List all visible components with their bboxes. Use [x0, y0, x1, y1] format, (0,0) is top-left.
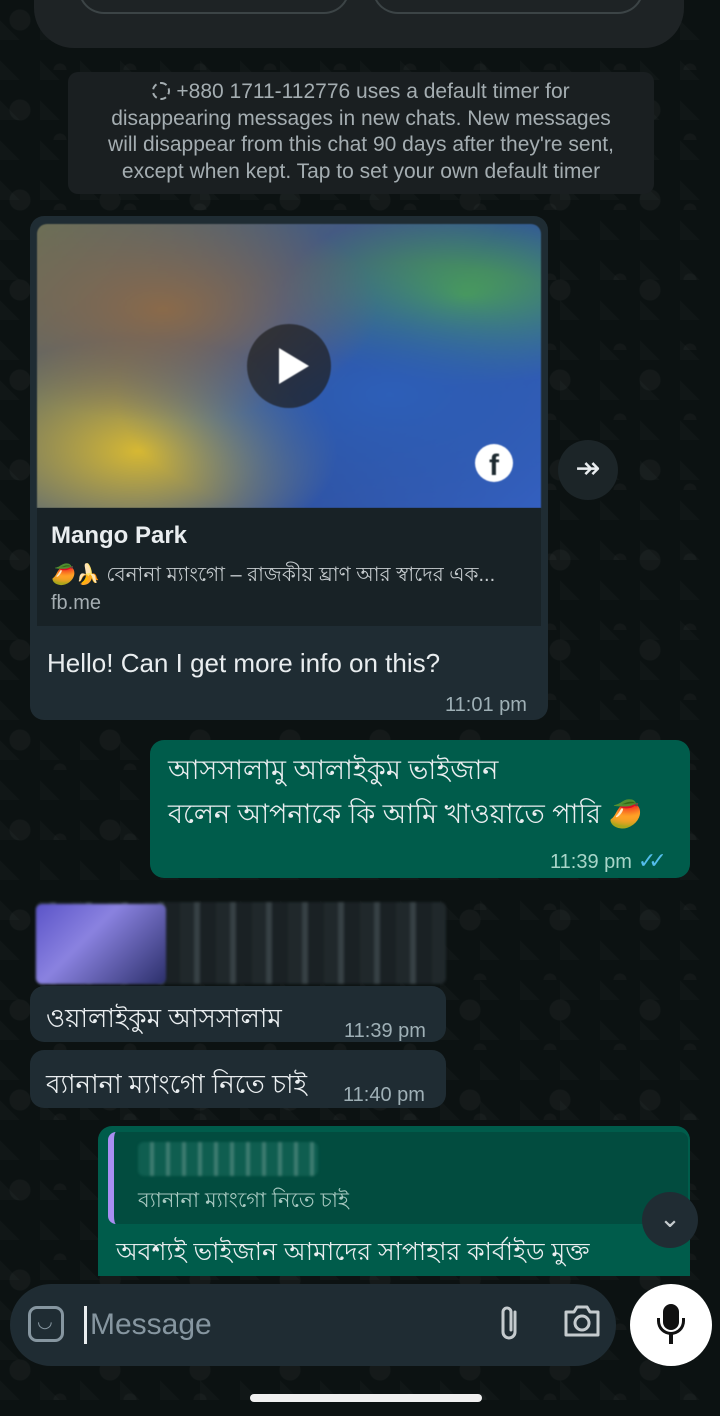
- camera-icon[interactable]: [562, 1304, 606, 1344]
- timer-icon: [152, 82, 171, 100]
- outgoing-message[interactable]: আসসালামু আলাইকুম ভাইজান বলেন আপনাকে কি আ…: [150, 740, 690, 878]
- notice-line-2: disappearing messages in new chats. New …: [111, 106, 611, 130]
- message-text-line2: বলেন আপনাকে কি আমি খাওয়াতে পারি 🥭: [168, 799, 643, 829]
- microphone-leg: [669, 1334, 673, 1344]
- home-indicator[interactable]: [250, 1394, 482, 1402]
- contact-info-card: [34, 0, 684, 48]
- disappearing-messages-notice[interactable]: +880 1711-112776 uses a default timer fo…: [68, 72, 654, 194]
- incoming-link-message[interactable]: f Mango Park 🥭🍌 বেনানা ম্যাংগো – রাজকীয়…: [30, 216, 548, 720]
- message-input[interactable]: [88, 1302, 472, 1348]
- scroll-to-bottom-button[interactable]: ⌄: [642, 1192, 698, 1248]
- contact-action-pill-left[interactable]: [78, 0, 350, 14]
- text-cursor: [84, 1306, 87, 1344]
- incoming-message[interactable]: ব্যানানা ম্যাংগো নিতে চাই 11:40 pm: [30, 1050, 446, 1108]
- facebook-icon: f: [475, 444, 513, 482]
- message-input-bar: [10, 1284, 616, 1366]
- play-icon[interactable]: [247, 324, 331, 408]
- blurred-sticker[interactable]: [36, 904, 166, 984]
- notice-line-4: except when kept. Tap to set your own de…: [121, 159, 601, 183]
- incoming-message[interactable]: ওয়ালাইকুম আসসালাম 11:39 pm: [30, 986, 446, 1042]
- message-time: 11:39 pm: [550, 851, 632, 873]
- forward-icon[interactable]: ↠: [558, 440, 618, 500]
- message-text: ওয়ালাইকুম আসসালাম: [46, 1003, 282, 1033]
- quoted-message[interactable]: ব্যানানা ম্যাংগো নিতে চাই: [108, 1132, 688, 1224]
- message-time-row: 11:39 pm ✓✓: [550, 848, 667, 874]
- message-text: Hello! Can I get more info on this?: [47, 648, 441, 678]
- sticker-emoji-icon[interactable]: [28, 1306, 64, 1342]
- read-ticks-icon: ✓✓: [637, 848, 667, 873]
- paperclip-icon[interactable]: [490, 1304, 530, 1344]
- contact-action-pill-right[interactable]: [372, 0, 644, 14]
- message-time: 11:01 pm: [445, 694, 527, 716]
- video-thumbnail[interactable]: f: [37, 224, 541, 508]
- link-title: Mango Park: [51, 522, 188, 549]
- notice-line-1: +880 1711-112776 uses a default timer fo…: [176, 80, 570, 103]
- quoted-text: ব্যানানা ম্যাংগো নিতে চাই: [138, 1189, 349, 1212]
- link-host: fb.me: [51, 592, 102, 614]
- message-time: 11:39 pm: [344, 1020, 426, 1042]
- link-preview-meta[interactable]: Mango Park 🥭🍌 বেনানা ম্যাংগো – রাজকীয় ঘ…: [37, 508, 541, 626]
- quoted-sender-name: [138, 1142, 318, 1176]
- microphone-stand: [657, 1318, 685, 1335]
- notice-line-3: will disappear from this chat 90 days af…: [108, 133, 614, 156]
- message-text: অবশ্যই ভাইজান আমাদের সাপাহার কার্বাইড মু…: [116, 1238, 590, 1266]
- voice-record-button[interactable]: [630, 1284, 712, 1366]
- message-text: ব্যানানা ম্যাংগো নিতে চাই: [46, 1069, 308, 1099]
- message-text-line1: আসসালামু আলাইকুম ভাইজান: [168, 755, 499, 785]
- link-description: 🥭🍌 বেনানা ম্যাংগো – রাজকীয় ঘ্রাণ আর স্ব…: [51, 564, 496, 586]
- message-time: 11:40 pm: [343, 1084, 425, 1106]
